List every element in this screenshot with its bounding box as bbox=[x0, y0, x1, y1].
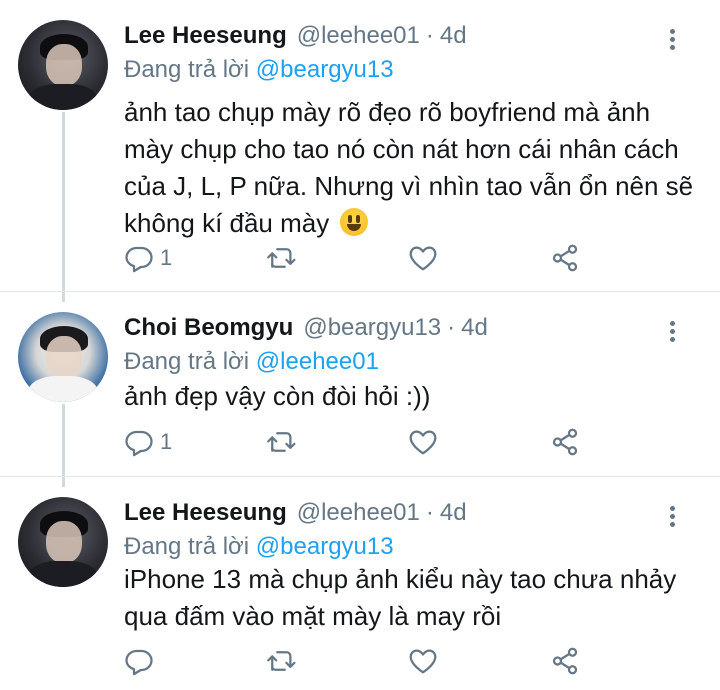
separator: · bbox=[425, 22, 434, 49]
tweet[interactable]: Lee Heeseung @leehee01 · 4d Đang trả lời… bbox=[0, 477, 720, 690]
user-handle[interactable]: @leehee01 bbox=[297, 22, 420, 50]
separator: · bbox=[447, 314, 456, 341]
timestamp[interactable]: 4d bbox=[440, 22, 467, 50]
tweet-actions: 1 bbox=[124, 238, 594, 278]
replying-to-label: Đang trả lời bbox=[124, 533, 256, 560]
user-handle[interactable]: @beargyu13 bbox=[303, 314, 441, 342]
share-button[interactable] bbox=[550, 238, 580, 278]
thread-connector bbox=[62, 112, 65, 292]
retweet-icon bbox=[267, 651, 296, 671]
more-vertical-icon[interactable] bbox=[664, 318, 680, 346]
reply-thread: Lee Heeseung @leehee01 · 4d Đang trả lời… bbox=[0, 0, 720, 690]
retweet-icon bbox=[267, 432, 296, 452]
like-button[interactable] bbox=[408, 641, 438, 681]
retweet-button[interactable] bbox=[266, 238, 296, 278]
timestamp[interactable]: 4d bbox=[440, 499, 467, 527]
display-name[interactable]: Choi Beomgyu bbox=[124, 314, 293, 342]
share-icon bbox=[552, 428, 578, 456]
replying-to-label: Đang trả lời bbox=[124, 348, 256, 375]
share-button[interactable] bbox=[550, 641, 580, 681]
tweet[interactable]: Lee Heeseung @leehee01 · 4d Đang trả lời… bbox=[0, 0, 720, 292]
avatar-body bbox=[28, 561, 98, 587]
share-button[interactable] bbox=[550, 422, 580, 462]
tweet-text-body: iPhone 13 mà chụp ảnh kiểu này tao chưa … bbox=[124, 564, 677, 631]
tweet-actions: 1 bbox=[124, 422, 594, 462]
grinning-face-icon bbox=[340, 208, 369, 236]
replying-to: Đang trả lời @beargyu13 bbox=[124, 56, 394, 84]
avatar-body bbox=[28, 84, 98, 110]
display-name[interactable]: Lee Heeseung bbox=[124, 499, 287, 527]
tweet-text: ảnh tao chụp mày rõ đẹo rõ boyfriend mà … bbox=[124, 94, 704, 242]
avatar-body bbox=[28, 376, 98, 402]
avatar-face bbox=[46, 521, 82, 563]
avatar[interactable] bbox=[18, 20, 108, 110]
avatar[interactable] bbox=[18, 497, 108, 587]
heart-icon bbox=[409, 246, 437, 271]
thread-connector bbox=[62, 477, 65, 487]
more-vertical-icon[interactable] bbox=[664, 503, 680, 531]
like-button[interactable] bbox=[408, 422, 438, 462]
avatar-face bbox=[46, 44, 82, 86]
tweet-text-body: ảnh tao chụp mày rõ đẹo rõ boyfriend mà … bbox=[124, 97, 694, 238]
separator: · bbox=[425, 499, 434, 526]
retweet-button[interactable] bbox=[266, 641, 296, 681]
reply-button[interactable]: 1 bbox=[124, 422, 172, 462]
share-icon bbox=[552, 244, 578, 272]
mention-link[interactable]: @beargyu13 bbox=[256, 56, 394, 83]
avatar-face bbox=[46, 336, 82, 378]
tweet-header: Choi Beomgyu @beargyu13 · 4d bbox=[124, 314, 488, 348]
replying-to-label: Đang trả lời bbox=[124, 56, 256, 83]
thread-connector bbox=[62, 404, 65, 477]
reply-icon bbox=[125, 246, 153, 273]
reply-icon bbox=[125, 649, 153, 676]
reply-icon bbox=[125, 430, 153, 457]
heart-icon bbox=[409, 649, 437, 674]
tweet-text: ảnh đẹp vậy còn đòi hỏi :)) bbox=[124, 378, 704, 415]
display-name[interactable]: Lee Heeseung bbox=[124, 22, 287, 50]
retweet-button[interactable] bbox=[266, 422, 296, 462]
reply-count: 1 bbox=[160, 429, 173, 454]
avatar[interactable] bbox=[18, 312, 108, 402]
replying-to: Đang trả lời @beargyu13 bbox=[124, 533, 394, 561]
more-vertical-icon[interactable] bbox=[664, 26, 680, 54]
reply-button[interactable]: 1 bbox=[124, 238, 172, 278]
mention-link[interactable]: @leehee01 bbox=[256, 348, 379, 375]
tweet-text: iPhone 13 mà chụp ảnh kiểu này tao chưa … bbox=[124, 561, 704, 635]
mention-link[interactable]: @beargyu13 bbox=[256, 533, 394, 560]
replying-to: Đang trả lời @leehee01 bbox=[124, 348, 379, 376]
tweet[interactable]: Choi Beomgyu @beargyu13 · 4d Đang trả lờ… bbox=[0, 292, 720, 477]
tweet-actions bbox=[124, 641, 594, 681]
tweet-header: Lee Heeseung @leehee01 · 4d bbox=[124, 499, 467, 533]
timestamp[interactable]: 4d bbox=[461, 314, 488, 342]
tweet-text-body: ảnh đẹp vậy còn đòi hỏi :)) bbox=[124, 381, 431, 411]
heart-icon bbox=[409, 430, 437, 455]
reply-button[interactable] bbox=[124, 641, 160, 681]
share-icon bbox=[552, 647, 578, 675]
like-button[interactable] bbox=[408, 238, 438, 278]
retweet-icon bbox=[267, 248, 296, 268]
user-handle[interactable]: @leehee01 bbox=[297, 499, 420, 527]
tweet-header: Lee Heeseung @leehee01 · 4d bbox=[124, 22, 467, 56]
thread-connector bbox=[62, 292, 65, 302]
reply-count: 1 bbox=[160, 245, 173, 270]
